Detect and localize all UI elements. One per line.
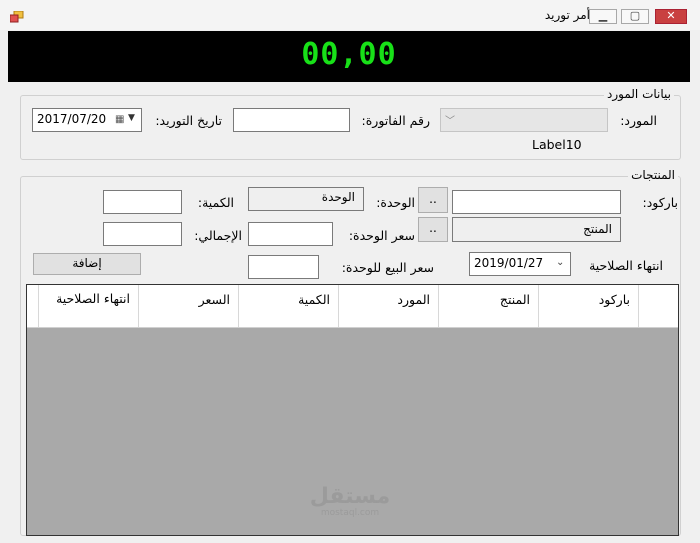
supplier-label: المورد: xyxy=(620,113,657,128)
column-header-price[interactable]: السعر xyxy=(138,285,238,327)
dropdown-arrow-icon: ▼ xyxy=(128,113,135,123)
watermark-subtext: mostaql.com xyxy=(320,508,380,518)
invoice-label: رقم الفاتورة: xyxy=(361,113,430,128)
barcode-input[interactable] xyxy=(452,190,621,214)
supplier-group-title: بيانات المورد xyxy=(604,87,674,101)
column-header-product[interactable]: المنتج xyxy=(438,285,538,327)
sale-price-input[interactable] xyxy=(248,255,319,279)
unit-price-label: سعر الوحدة: xyxy=(348,228,415,243)
invoice-number-input[interactable] xyxy=(233,108,350,132)
expiry-date-value: 2019/01/27 xyxy=(474,256,544,270)
supply-date-value: 2017/07/20 xyxy=(37,112,107,126)
product-field: المنتج xyxy=(452,217,621,242)
column-header-supplier[interactable]: المورد xyxy=(338,285,438,327)
sale-price-label: سعر البيع للوحدة: xyxy=(341,260,434,275)
unit-price-input[interactable] xyxy=(248,222,333,246)
supply-date-picker[interactable]: 2017/07/20 ▦ ▼ xyxy=(32,108,142,132)
column-header-expiry[interactable]: انتهاء الصلاحية xyxy=(38,285,138,327)
product-browse-button[interactable]: .. xyxy=(418,217,448,242)
barcode-browse-button[interactable]: .. xyxy=(418,187,448,213)
header-spacer xyxy=(27,285,38,327)
expiry-date-picker[interactable]: 2019/01/27 ⌄ xyxy=(469,252,571,276)
maximize-icon: ▢ xyxy=(629,9,641,22)
watermark-text: مستقل xyxy=(309,484,391,509)
close-button[interactable]: ✕ xyxy=(655,9,687,24)
unit-field: الوحدة xyxy=(248,187,364,211)
supplier-combobox[interactable]: ﹀ xyxy=(440,108,608,132)
expiry-label: انتهاء الصلاحية xyxy=(589,258,663,273)
quantity-label: الكمية: xyxy=(197,195,234,210)
close-icon: ✕ xyxy=(666,9,676,22)
total-display-value: 00,00 xyxy=(301,37,397,72)
total-label: الإجمالي: xyxy=(194,228,242,243)
unit-label: الوحدة: xyxy=(376,195,415,210)
date-label: تاريخ التوريد: xyxy=(155,113,222,128)
maximize-button[interactable]: ▢ xyxy=(621,9,649,24)
minimize-icon: ▁ xyxy=(598,9,608,22)
app-icon[interactable] xyxy=(10,11,24,23)
chevron-down-icon: ﹀ xyxy=(445,116,455,127)
status-label: Label10 xyxy=(532,137,582,152)
table-header: باركود المنتج المورد الكمية السعر انتهاء… xyxy=(27,285,678,328)
window-title: أمر توريد xyxy=(544,8,590,22)
row-header-corner xyxy=(638,285,678,327)
calendar-icon: ▦ xyxy=(115,114,125,125)
quantity-input[interactable] xyxy=(103,190,182,214)
chevron-down-icon: ⌄ xyxy=(556,257,565,268)
minimize-button[interactable]: ▁ xyxy=(589,9,617,24)
column-header-barcode[interactable]: باركود xyxy=(538,285,638,327)
add-button[interactable]: إضافة xyxy=(33,253,141,275)
total-display: 00,00 xyxy=(8,31,690,82)
products-group-title: المنتجات xyxy=(628,168,678,182)
column-header-quantity[interactable]: الكمية xyxy=(238,285,338,327)
watermark: مستقل mostaql.com xyxy=(300,484,400,519)
barcode-label: باركود: xyxy=(642,195,678,210)
total-input[interactable] xyxy=(103,222,182,246)
title-bar[interactable]: أمر توريد ▁ ▢ ✕ xyxy=(0,0,700,30)
